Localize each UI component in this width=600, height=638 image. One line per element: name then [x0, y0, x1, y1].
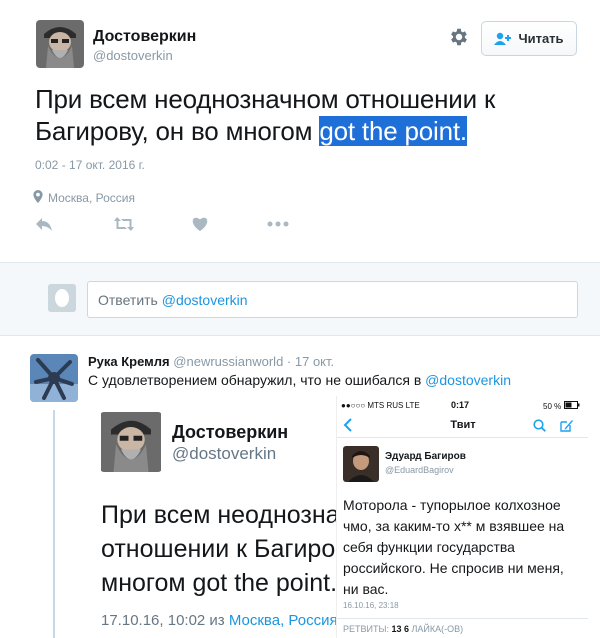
selected-text: got the point. — [319, 116, 467, 146]
screenshot-tweet-text: При всем неоднозначном отношении к Багир… — [101, 500, 336, 602]
retweets-label: РЕТВИТЫ: — [343, 624, 392, 634]
phone-author-handle: @EduardBagirov — [385, 465, 454, 475]
divider — [337, 618, 588, 619]
screenshot-location: Москва, Россия — [228, 612, 336, 629]
likes-label: ЛАЙКА(-ОВ) — [409, 624, 464, 634]
phone-battery: 50 % — [543, 401, 580, 411]
reply-tweet: Рука Кремля @newrussianworld · 17 окт. С… — [0, 336, 600, 638]
phone-status-bar: ●●○○○ MTS RUS LTE 0:17 50 % — [337, 396, 588, 414]
reply-timestamp[interactable]: 17 окт. — [295, 354, 334, 369]
reply-author-handle[interactable]: @newrussianworld — [173, 354, 283, 369]
reply-text-body: С удовлетворением обнаружил, что не ошиб… — [88, 372, 426, 388]
screenshot-date: 17.10.16, 10:02 из Москва, Россия — [101, 612, 336, 629]
follow-button[interactable]: Читать — [481, 21, 577, 56]
reply-placeholder: Ответить — [98, 292, 162, 308]
reply-icon[interactable] — [35, 216, 53, 236]
phone-tweet-stats: РЕТВИТЫ: 13 6 ЛАЙКА(-ОВ) — [343, 624, 463, 634]
screenshot-date-text: 17.10.16, 10:02 из — [101, 612, 229, 629]
phone-author-name: Эдуард Багиров — [385, 451, 466, 462]
attached-image-phone-tweet[interactable]: ●●○○○ MTS RUS LTE 0:17 50 % Твит Эдуард … — [336, 396, 588, 638]
gear-icon[interactable] — [448, 26, 470, 48]
main-tweet: Достоверкин @dostoverkin Читать При всем… — [0, 0, 600, 262]
follow-label: Читать — [518, 31, 564, 46]
thread-line — [53, 410, 55, 638]
author-handle[interactable]: @dostoverkin — [93, 48, 173, 63]
retweets-count: 13 — [391, 624, 402, 634]
author-name[interactable]: Достоверкин — [93, 28, 196, 46]
phone-battery-label: 50 % — [543, 401, 562, 411]
screenshot-text-line: При всем неоднозначном — [101, 501, 336, 529]
tweet-timestamp[interactable]: 0:02 - 17 окт. 2016 г. — [35, 158, 145, 172]
compose-icon — [559, 418, 574, 438]
phone-clock: 0:17 — [451, 400, 470, 410]
reply-author-avatar[interactable] — [30, 354, 78, 402]
retweet-icon[interactable] — [113, 216, 135, 236]
tweet-location[interactable]: Москва, Россия — [33, 190, 135, 206]
screenshot-author-name: Достоверкин — [172, 422, 289, 442]
battery-icon — [564, 401, 580, 411]
reply-area: Ответить @dostoverkin — [0, 262, 600, 336]
search-icon — [533, 419, 546, 437]
reply-input[interactable]: Ответить @dostoverkin — [87, 281, 578, 318]
add-user-icon — [494, 32, 512, 46]
phone-tweet-date: 16.10.16, 23:18 — [343, 601, 399, 610]
tweet-text: При всем неоднозначном отношении к Багир… — [35, 83, 555, 147]
like-icon[interactable] — [191, 216, 209, 236]
phone-nav-bar: Твит — [337, 414, 588, 438]
user-avatar — [48, 284, 76, 312]
author-avatar[interactable] — [36, 20, 84, 68]
screenshot-avatar — [100, 412, 162, 472]
reply-author-name[interactable]: Рука Кремля — [88, 354, 170, 369]
reply-mention: @dostoverkin — [161, 292, 248, 308]
attached-image-web-tweet[interactable]: Достоверкин @dostoverkin При всем неодно… — [88, 396, 336, 638]
phone-tweet-text: Моторола - тупорылое колхозное чмо, за к… — [343, 497, 565, 597]
screenshot-text-line: отношении к Багирову, он во — [101, 535, 336, 563]
phone-carrier: ●●○○○ MTS RUS LTE — [341, 401, 420, 410]
more-icon[interactable] — [267, 216, 289, 236]
phone-author-avatar — [343, 446, 379, 482]
reply-text-mention[interactable]: @dostoverkin — [425, 372, 511, 388]
reply-tweet-text: С удовлетворением обнаружил, что не ошиб… — [88, 372, 511, 388]
screenshot-author-handle: @dostoverkin — [172, 444, 277, 463]
location-pin-icon — [33, 190, 43, 206]
location-label: Москва, Россия — [48, 191, 135, 205]
separator: · — [283, 354, 295, 369]
screenshot-text-line: многом got the point. — [101, 569, 336, 597]
phone-nav-title: Твит — [450, 419, 476, 431]
reply-tweet-header: Рука Кремля @newrussianworld · 17 окт. — [88, 354, 334, 369]
